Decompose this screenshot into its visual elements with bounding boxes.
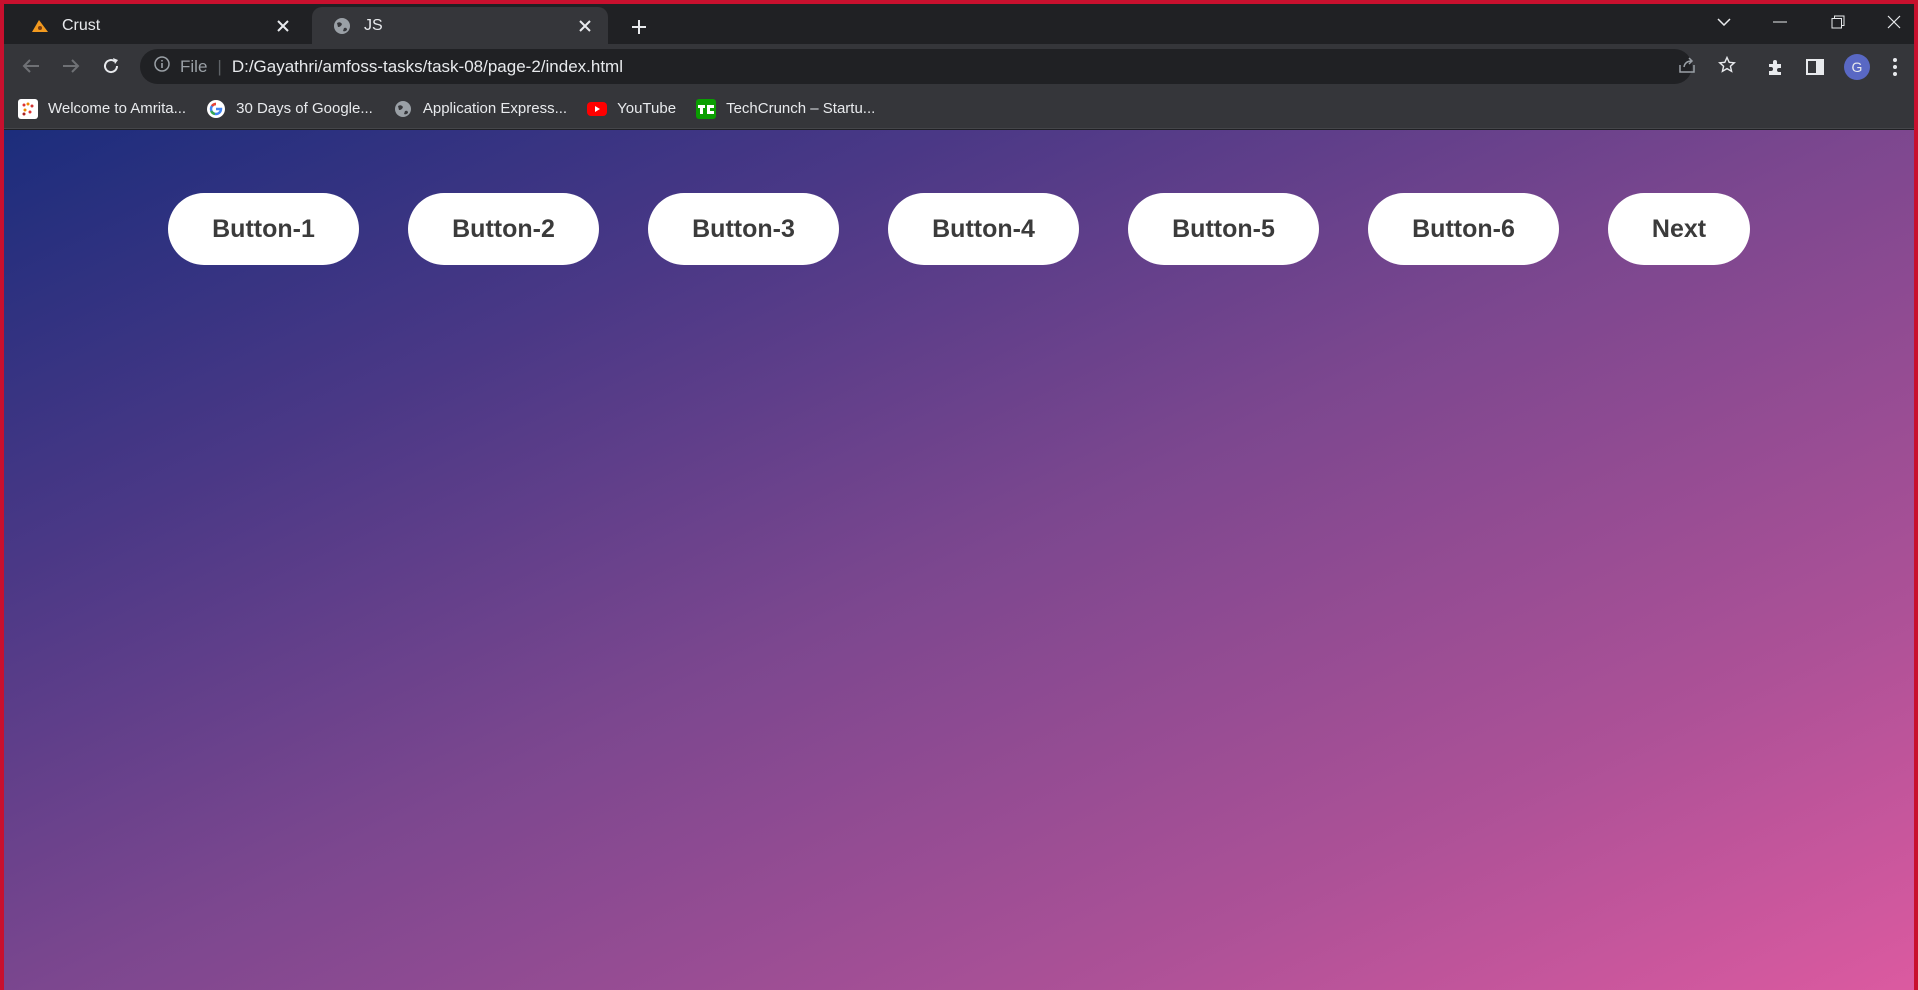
- restore-button[interactable]: [1810, 4, 1866, 40]
- button-1[interactable]: Button-1: [168, 193, 359, 265]
- tab-strip: Crust JS: [4, 4, 1914, 44]
- bookmarks-bar: Welcome to Amrita... 30 Days of Google..…: [4, 89, 1914, 129]
- info-icon[interactable]: [154, 56, 170, 77]
- address-bar[interactable]: File | D:/Gayathri/amfoss-tasks/task-08/…: [140, 49, 1692, 84]
- close-icon[interactable]: [270, 13, 296, 39]
- minimize-button[interactable]: [1752, 4, 1808, 40]
- forward-button[interactable]: [55, 50, 87, 82]
- bookmark-amrita[interactable]: Welcome to Amrita...: [18, 98, 187, 119]
- reload-button[interactable]: [95, 50, 127, 82]
- side-panel-icon[interactable]: [1798, 50, 1832, 84]
- next-button[interactable]: Next: [1608, 193, 1750, 265]
- bookmark-label: Application Express...: [422, 100, 568, 117]
- extensions-icon[interactable]: [1758, 50, 1792, 84]
- profile-avatar[interactable]: G: [1840, 50, 1874, 84]
- browser-toolbar: File | D:/Gayathri/amfoss-tasks/task-08/…: [4, 44, 1914, 89]
- button-3[interactable]: Button-3: [648, 193, 839, 265]
- back-button[interactable]: [15, 50, 47, 82]
- tab-crust[interactable]: Crust: [10, 7, 306, 44]
- tab-js[interactable]: JS: [312, 7, 608, 44]
- bookmark-techcrunch[interactable]: TechCrunch – Startu...: [696, 98, 876, 119]
- share-icon[interactable]: [1672, 50, 1702, 80]
- page-viewport: Button-1 Button-2 Button-3 Button-4 Butt…: [4, 130, 1914, 990]
- bookmark-label: 30 Days of Google...: [236, 100, 373, 117]
- crust-favicon-icon: [30, 16, 50, 36]
- button-6[interactable]: Button-6: [1368, 193, 1559, 265]
- close-window-button[interactable]: [1866, 4, 1914, 40]
- button-2[interactable]: Button-2: [408, 193, 599, 265]
- bookmark-label: Welcome to Amrita...: [48, 100, 187, 117]
- google-icon: [206, 99, 226, 119]
- techcrunch-icon: [696, 98, 717, 119]
- amrita-icon: [18, 98, 38, 119]
- tab-title: JS: [364, 16, 383, 34]
- url-separator: |: [217, 56, 222, 76]
- new-tab-button[interactable]: [624, 12, 654, 42]
- avatar-initial: G: [1844, 54, 1870, 80]
- bookmark-label: TechCrunch – Startu...: [726, 100, 876, 117]
- scheme-label: File: [180, 56, 208, 76]
- tab-search-button[interactable]: [1696, 4, 1752, 40]
- url-text[interactable]: D:/Gayathri/amfoss-tasks/task-08/page-2/…: [232, 57, 623, 77]
- bookmark-application-express[interactable]: Application Express...: [393, 99, 567, 119]
- tab-title: Crust: [62, 16, 101, 34]
- youtube-icon: [587, 99, 608, 119]
- button-4[interactable]: Button-4: [888, 193, 1079, 265]
- globe-icon: [393, 99, 413, 119]
- menu-icon[interactable]: [1878, 50, 1912, 84]
- close-icon[interactable]: [572, 13, 598, 39]
- button-5[interactable]: Button-5: [1128, 193, 1319, 265]
- globe-icon: [332, 16, 352, 36]
- bookmark-google[interactable]: 30 Days of Google...: [206, 99, 373, 119]
- browser-window: Crust JS File | D:/Gayathri/amfoss-tasks…: [0, 0, 1918, 990]
- button-row: Button-1 Button-2 Button-3 Button-4 Butt…: [168, 193, 1750, 265]
- bookmark-label: YouTube: [617, 100, 677, 117]
- bookmark-youtube[interactable]: YouTube: [587, 99, 676, 119]
- bookmark-star-icon[interactable]: [1712, 50, 1742, 80]
